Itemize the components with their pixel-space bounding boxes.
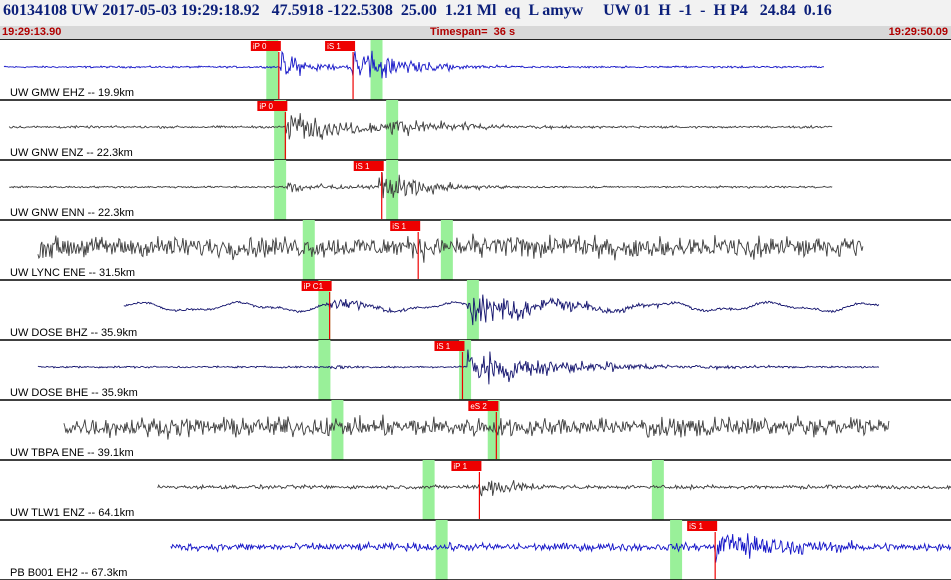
trace-label: UW DOSE BHZ -- 35.9km	[10, 327, 137, 339]
phase-window	[422, 460, 435, 520]
waveform	[123, 294, 880, 326]
waveform	[37, 349, 880, 385]
phase-window	[651, 460, 664, 520]
trace-label: UW GNW ENZ -- 22.3km	[10, 147, 133, 159]
pick-label: iS 1	[356, 162, 370, 171]
pick-label: iP 0	[253, 42, 267, 51]
phase-window	[440, 220, 453, 280]
trace-label: UW LYNC ENE -- 31.5km	[10, 267, 135, 279]
trace-label: UW GMW EHZ -- 19.9km	[10, 87, 134, 99]
phase-pick[interactable]: iP C1	[301, 281, 332, 291]
waveform	[3, 50, 825, 79]
waveform	[170, 533, 951, 563]
start-time: 19:29:13.90	[2, 26, 62, 38]
trace-label: UW TBPA ENE -- 39.1km	[10, 447, 134, 459]
pick-label: iS 1	[327, 42, 341, 51]
phase-window	[318, 340, 331, 400]
phase-pick[interactable]: iS 1	[390, 221, 421, 231]
waveform	[63, 414, 890, 440]
trace-row[interactable]: iP C1 UW DOSE BHZ -- 35.9km	[0, 280, 951, 341]
seismogram-panel[interactable]: iP 0 iS 1 UW GMW EHZ -- 19.9km iP 0 UW GNW E…	[0, 40, 951, 580]
phase-window	[331, 400, 344, 460]
trace-row[interactable]: iP 0 iS 1 UW GMW EHZ -- 19.9km	[0, 40, 951, 101]
trace-row[interactable]: iS 1 UW DOSE BHE -- 35.9km	[0, 340, 951, 401]
pick-label: iS 1	[689, 522, 703, 531]
trace-label: UW DOSE BHE -- 35.9km	[10, 387, 138, 399]
trace-row[interactable]: iP 0 UW GNW ENZ -- 22.3km	[0, 100, 951, 161]
trace-label: UW TLW1 ENZ -- 64.1km	[10, 507, 134, 519]
trace-row[interactable]: iS 1 UW GNW ENN -- 22.3km	[0, 160, 951, 221]
phase-pick[interactable]: iS 1	[353, 161, 384, 171]
phase-pick[interactable]: iS 1	[325, 41, 356, 51]
phase-window	[435, 520, 448, 580]
phase-pick[interactable]: iS 1	[687, 521, 718, 531]
pick-label: iP 1	[453, 462, 467, 471]
trace-row[interactable]: eS 2 UW TBPA ENE -- 39.1km	[0, 400, 951, 461]
trace-label: PB B001 EH2 -- 67.3km	[10, 567, 127, 579]
phase-window	[386, 160, 399, 220]
pick-label: iS 1	[392, 222, 406, 231]
trace-row[interactable]: iP 1 UW TLW1 ENZ -- 64.1km	[0, 460, 951, 521]
pick-label: iP 0	[259, 102, 273, 111]
phase-window	[670, 520, 683, 580]
event-title: 60134108 UW 2017-05-03 19:29:18.92 47.59…	[3, 2, 832, 19]
time-bar: 19:29:13.90 Timespan= 36 s 19:29:50.09	[0, 26, 951, 40]
timespan: Timespan= 36 s	[430, 26, 516, 38]
phase-pick[interactable]: eS 2	[468, 401, 499, 411]
phase-pick[interactable]: iP 0	[257, 101, 288, 111]
pick-label: iS 1	[436, 342, 450, 351]
end-time: 19:29:50.09	[888, 26, 948, 38]
event-header: 60134108 UW 2017-05-03 19:29:18.92 47.59…	[0, 0, 951, 26]
waveform	[157, 480, 951, 497]
trace-label: UW GNW ENN -- 22.3km	[10, 207, 134, 219]
phase-pick[interactable]: iS 1	[434, 341, 465, 351]
waveform	[8, 113, 833, 140]
trace-row[interactable]: iS 1 PB B001 EH2 -- 67.3km	[0, 520, 951, 580]
pick-label: iP C1	[304, 282, 324, 291]
phase-pick[interactable]: iP 1	[451, 461, 482, 471]
phase-pick[interactable]: iP 0	[250, 41, 281, 51]
waveform	[9, 172, 833, 199]
phase-window	[274, 160, 287, 220]
pick-label: eS 2	[470, 402, 487, 411]
trace-row[interactable]: iS 1 UW LYNC ENE -- 31.5km	[0, 220, 951, 281]
